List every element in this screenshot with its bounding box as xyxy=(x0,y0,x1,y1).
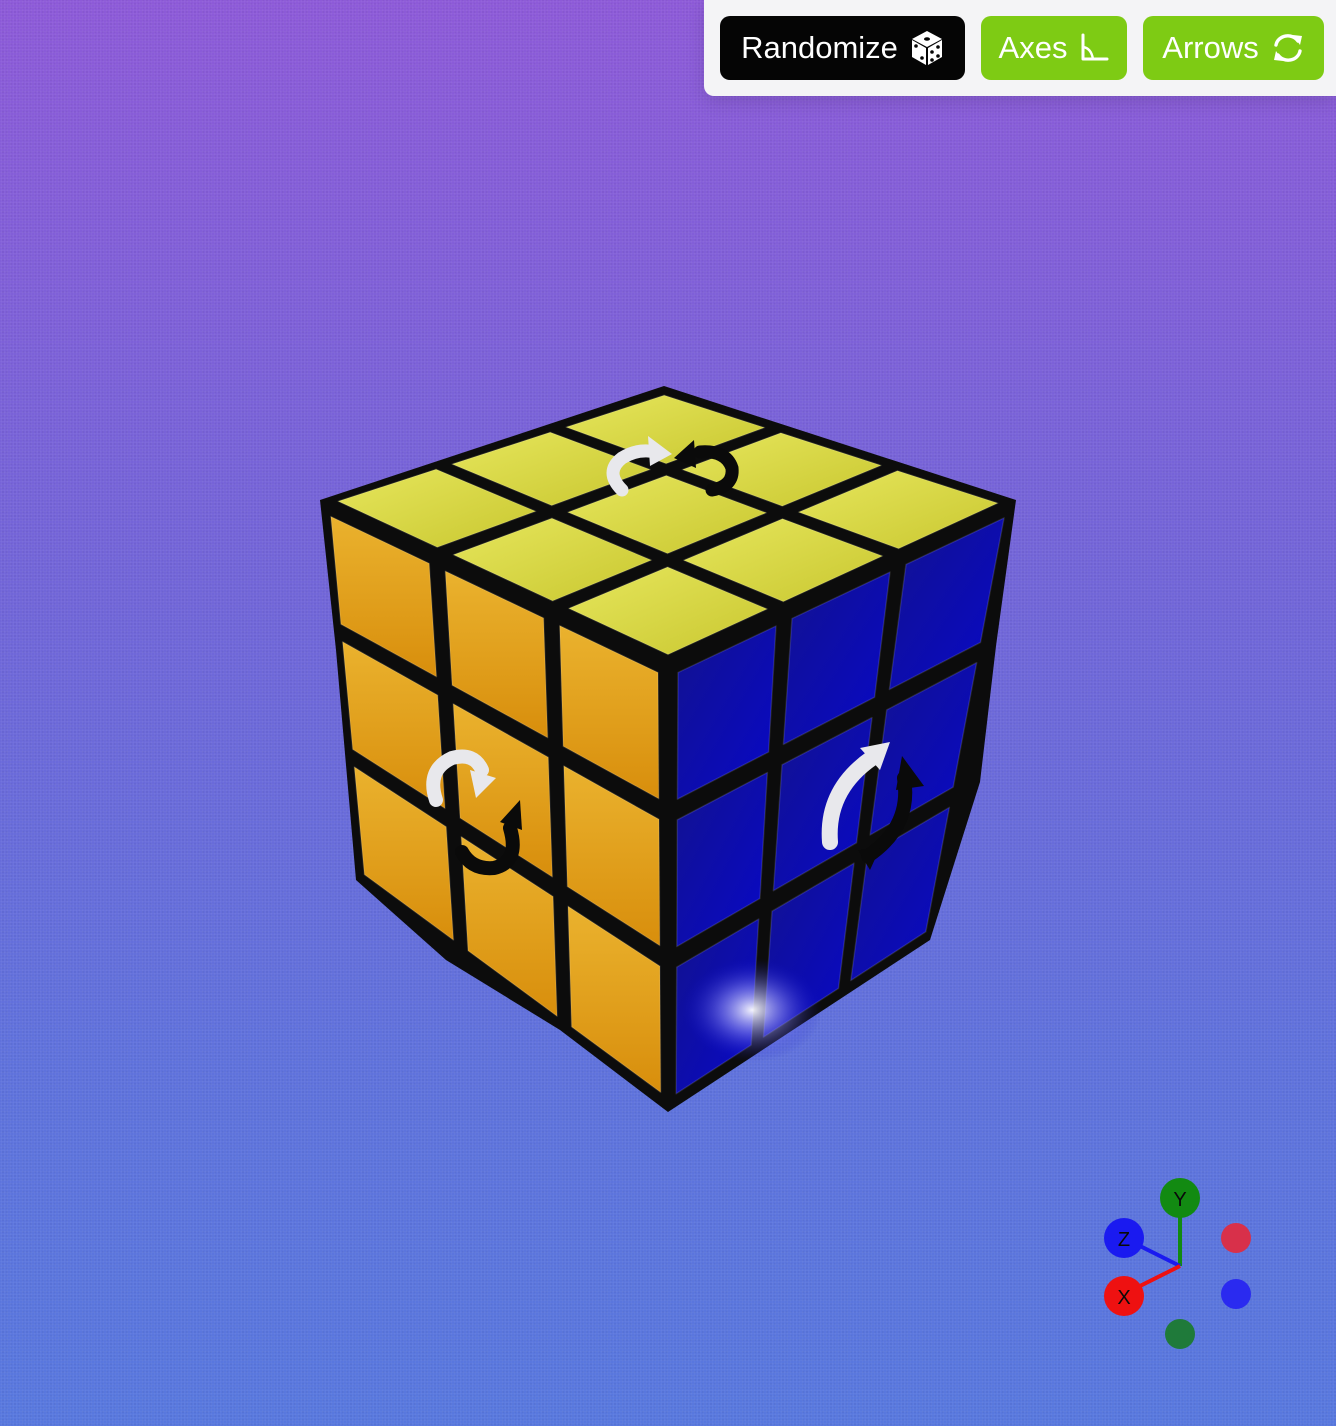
x-axis-label: X xyxy=(1117,1287,1130,1309)
neg-x-axis-handle[interactable] xyxy=(1221,1223,1251,1253)
neg-z-axis-handle[interactable] xyxy=(1221,1279,1251,1309)
light-glare xyxy=(682,958,822,1062)
y-axis-label: Y xyxy=(1173,1189,1186,1211)
axis-gizmo[interactable]: Y Z X xyxy=(1096,1172,1266,1362)
z-axis-label: Z xyxy=(1118,1229,1130,1251)
neg-y-axis-handle[interactable] xyxy=(1165,1319,1195,1349)
